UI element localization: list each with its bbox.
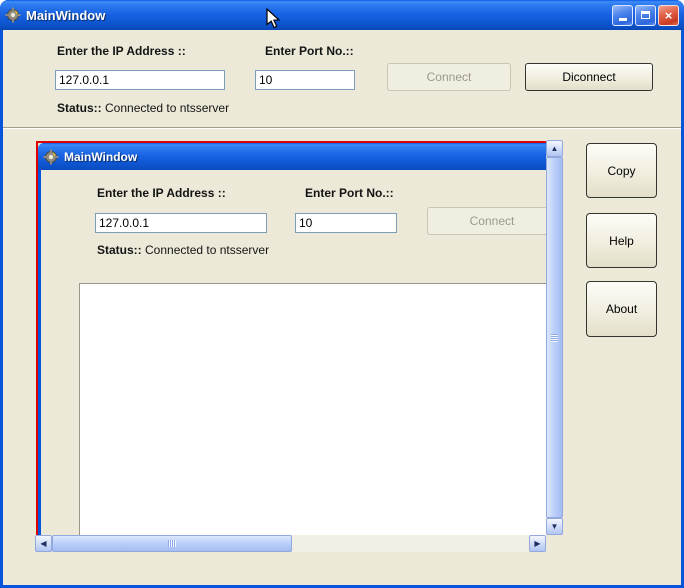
preview-window-red-frame: MainWindow Enter the IP Address :: Enter… [36, 141, 546, 535]
minimize-icon [618, 17, 627, 21]
scroll-left-icon: ◀ [40, 538, 47, 548]
help-button[interactable]: Help [586, 213, 657, 268]
preview-client-area: Enter the IP Address :: Enter Port No.::… [41, 170, 546, 535]
ip-address-input[interactable] [55, 70, 225, 90]
preview-text-area [79, 283, 546, 535]
maximize-button[interactable] [635, 4, 656, 26]
disconnect-button[interactable]: Diconnect [525, 63, 653, 91]
mouse-cursor [266, 8, 280, 29]
window-controls: × [612, 4, 679, 26]
scroll-up-icon: ▲ [550, 143, 559, 153]
maximize-icon [641, 11, 650, 19]
window-title: MainWindow [26, 7, 106, 23]
horizontal-scrollbar[interactable]: ◀ ▶ [35, 535, 546, 552]
ip-address-label: Enter the IP Address :: [57, 44, 186, 58]
titlebar[interactable]: MainWindow × [0, 0, 684, 30]
copy-button[interactable]: Copy [586, 143, 657, 198]
app-icon [5, 7, 21, 23]
scroll-down-icon: ▼ [550, 521, 559, 531]
preview-status-label: Status:: [97, 243, 142, 257]
status-value: Connected to ntsserver [105, 101, 230, 115]
preview-titlebar: MainWindow [38, 143, 546, 170]
close-icon: × [664, 7, 673, 23]
vertical-scrollbar-thumb[interactable] [546, 157, 563, 518]
preview-connect-button: Connect [427, 207, 546, 235]
preview-ip-address-input [95, 213, 267, 233]
about-button[interactable]: About [586, 281, 657, 337]
horizontal-scrollbar-thumb[interactable] [52, 535, 292, 552]
close-button[interactable]: × [658, 4, 679, 26]
scroll-right-icon: ▶ [534, 538, 541, 548]
scroll-up-button[interactable]: ▲ [546, 140, 563, 157]
scroll-right-button[interactable]: ▶ [529, 535, 546, 552]
minimize-button[interactable] [612, 4, 633, 26]
connect-button[interactable]: Connect [387, 63, 511, 91]
preview-area: MainWindow Enter the IP Address :: Enter… [35, 140, 563, 552]
port-input[interactable] [255, 70, 355, 90]
scrollbar-corner [546, 535, 563, 552]
preview-viewport: MainWindow Enter the IP Address :: Enter… [35, 140, 546, 535]
preview-window-title: MainWindow [64, 149, 138, 164]
status-label: Status:: [57, 101, 102, 115]
client-area: Enter the IP Address :: Enter Port No.::… [3, 30, 681, 585]
preview-port-label: Enter Port No.:: [305, 186, 394, 200]
preview-window: MainWindow Enter the IP Address :: Enter… [38, 143, 546, 535]
divider [3, 127, 681, 128]
scroll-down-button[interactable]: ▼ [546, 518, 563, 535]
scroll-left-button[interactable]: ◀ [35, 535, 52, 552]
main-window: MainWindow × Enter the IP Address :: Ent… [0, 0, 684, 588]
preview-app-icon [43, 149, 59, 164]
port-label: Enter Port No.:: [265, 44, 354, 58]
preview-ip-address-label: Enter the IP Address :: [97, 186, 226, 200]
preview-port-input [295, 213, 397, 233]
vertical-scrollbar[interactable]: ▲ ▼ [546, 140, 563, 535]
preview-status-value: Connected to ntsserver [145, 243, 270, 257]
